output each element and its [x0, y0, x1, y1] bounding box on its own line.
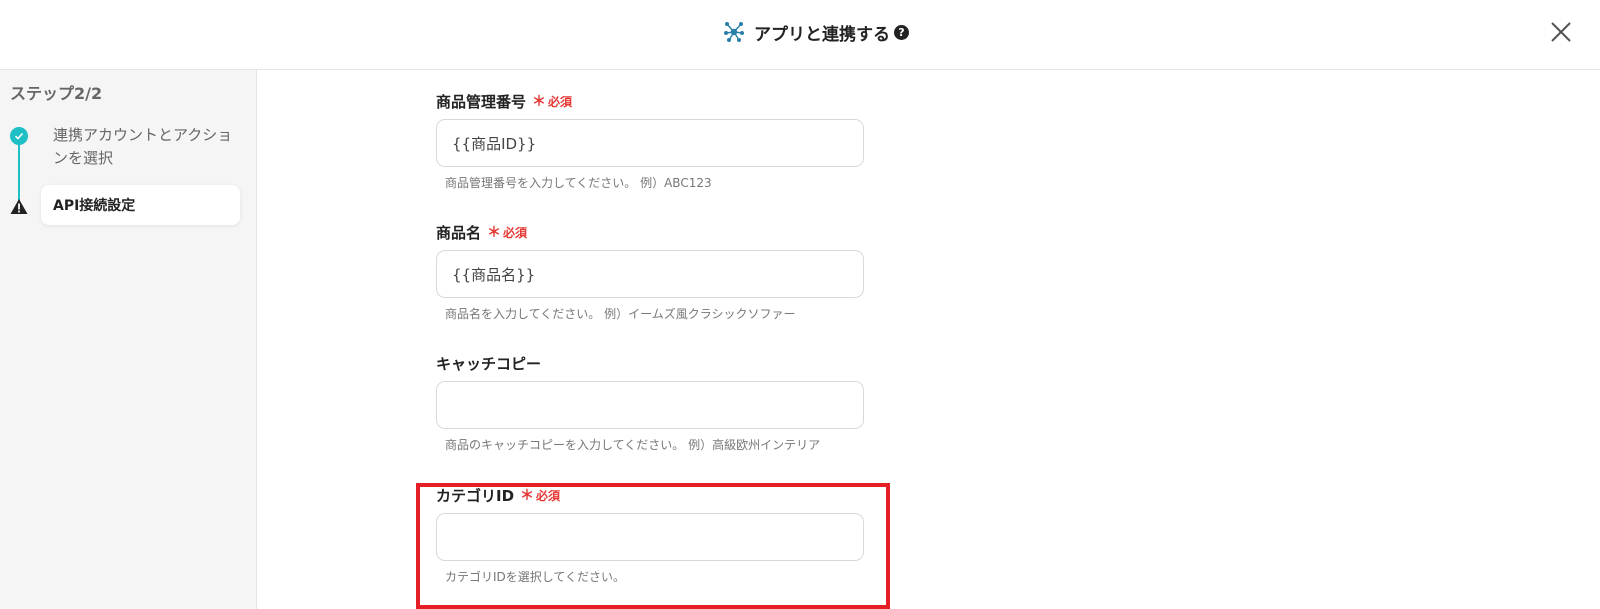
category-id-input[interactable]: [436, 513, 864, 561]
field-product-management-number: 商品管理番号 ＊ 必須 商品管理番号を入力してください。 例）ABC123: [436, 90, 866, 191]
field-catch-copy: キャッチコピー 商品のキャッチコピーを入力してください。 例）高級欧州インテリア: [436, 352, 866, 453]
form-panel: 商品管理番号 ＊ 必須 商品管理番号を入力してください。 例）ABC123 商品…: [258, 70, 1600, 609]
field-help-text: 商品管理番号を入力してください。 例）ABC123: [445, 176, 712, 190]
field-category-id: カテゴリID ＊ 必須 カテゴリIDを選択してください。: [436, 484, 866, 585]
required-label: 必須: [503, 225, 528, 240]
field-label: 商品管理番号: [436, 92, 527, 111]
required-mark: ＊: [532, 94, 547, 110]
field-product-name: 商品名 ＊ 必須 商品名を入力してください。 例）イームズ風クラシックソファー: [436, 221, 866, 322]
product-id-input[interactable]: [436, 119, 864, 167]
sidebar-step-select-action[interactable]: 連携アカウントとアクションを選択: [53, 124, 233, 170]
modal-header: アプリと連携する ?: [0, 0, 1600, 70]
step-sidebar: ステップ2/2 連携アカウントとアクションを選択 API接続設定: [0, 70, 257, 609]
help-icon[interactable]: ?: [894, 24, 909, 40]
step-heading: ステップ2/2: [10, 84, 103, 103]
required-label: 必須: [548, 94, 573, 109]
hub-network-icon: [724, 22, 744, 42]
sidebar-step-api-settings[interactable]: API接続設定: [41, 185, 240, 225]
field-help-text: 商品名を入力してください。 例）イームズ風クラシックソファー: [445, 307, 796, 321]
product-name-input[interactable]: [436, 250, 864, 298]
field-help-text: カテゴリIDを選択してください。: [445, 570, 626, 584]
field-label: キャッチコピー: [436, 354, 542, 373]
close-button[interactable]: [1548, 19, 1574, 45]
close-icon: [1551, 22, 1571, 42]
modal-title: アプリと連携する ?: [722, 18, 909, 46]
required-mark: ＊: [487, 225, 502, 241]
warning-icon: [10, 199, 28, 214]
required-mark: ＊: [520, 488, 535, 504]
field-label: カテゴリID: [436, 486, 515, 505]
field-label: 商品名: [436, 223, 482, 242]
modal-title-text: アプリと連携する: [754, 24, 890, 45]
field-help-text: 商品のキャッチコピーを入力してください。 例）高級欧州インテリア: [445, 438, 821, 452]
required-label: 必須: [536, 488, 561, 503]
check-circle-icon: [10, 127, 28, 145]
catch-copy-input[interactable]: [436, 381, 864, 429]
